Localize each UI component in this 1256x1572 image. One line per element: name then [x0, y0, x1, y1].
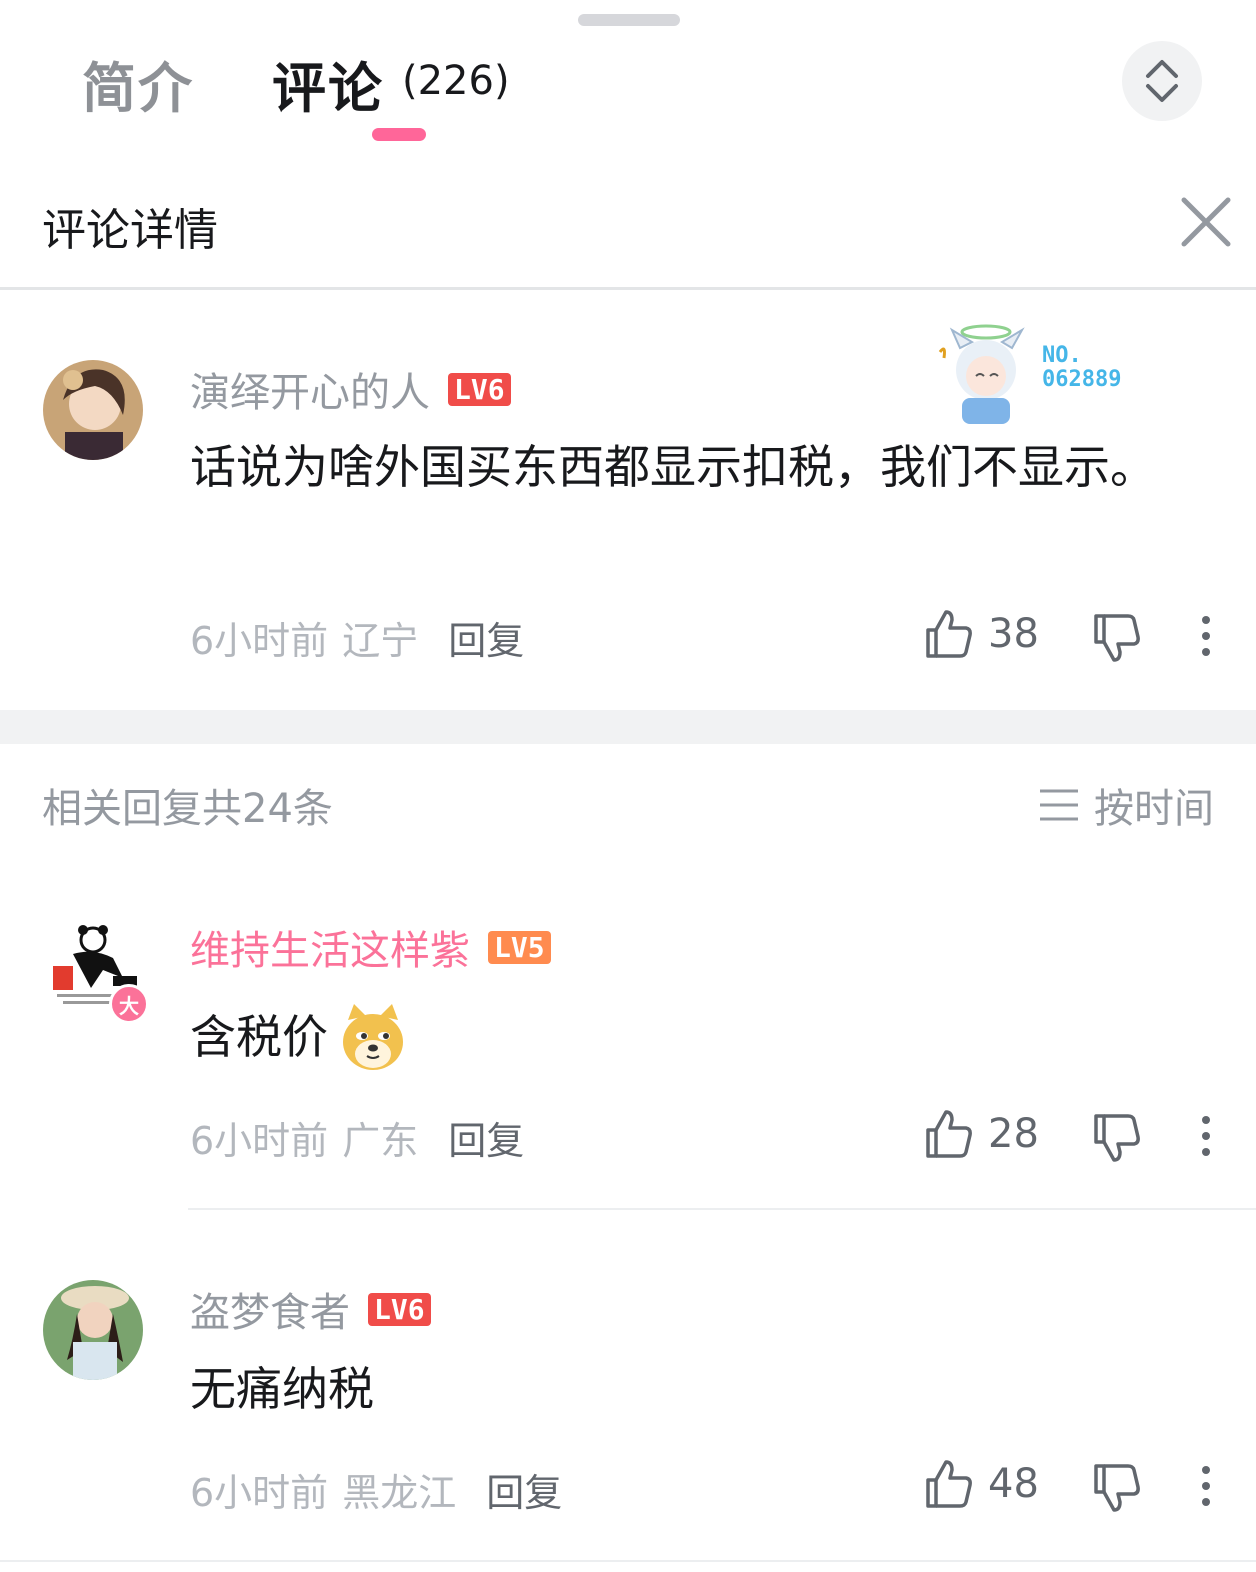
username-row: 演绎开心的人 LV6 [190, 360, 511, 418]
reply-avatar-wrapper[interactable]: 大 [43, 918, 149, 1024]
reply-content: 含税价 [190, 1000, 408, 1074]
level-badge: LV6 [448, 372, 511, 406]
page-title: 评论详情 [42, 205, 218, 256]
reply-location: 黑龙江 [342, 1471, 457, 1515]
like-button[interactable]: 28 [922, 1108, 1039, 1160]
avatar[interactable] [43, 360, 143, 460]
reply-button[interactable]: 回复 [448, 1110, 524, 1165]
reply-time: 6小时前 [190, 1471, 329, 1515]
replies-count: 相关回复共24条 [42, 786, 333, 832]
like-count: 38 [988, 611, 1039, 657]
sort-lines-icon [1040, 789, 1078, 821]
more-button[interactable] [1196, 1114, 1216, 1158]
avatar[interactable] [43, 1280, 143, 1380]
more-vertical-icon [1202, 1116, 1210, 1156]
dislike-button[interactable] [1090, 1462, 1142, 1514]
reply-meta: 6小时前 广东 回复 [190, 1110, 524, 1165]
decoration-character-icon [938, 324, 1025, 424]
thumbs-up-icon [926, 610, 972, 658]
section-separator [0, 710, 1256, 744]
thumbs-down-icon [1094, 1114, 1140, 1162]
reply-button[interactable]: 回复 [486, 1462, 562, 1517]
thumbs-down-icon [1094, 614, 1140, 662]
like-button[interactable]: 48 [922, 1458, 1039, 1510]
avatar-image [43, 1280, 143, 1380]
like-button[interactable]: 38 [922, 608, 1039, 660]
thumbs-down-icon [1094, 1464, 1140, 1512]
close-icon [1181, 197, 1231, 247]
sort-label: 按时间 [1094, 786, 1214, 832]
comment-location: 辽宁 [342, 619, 419, 663]
divider [0, 287, 1256, 290]
thumbs-up-icon [926, 1460, 972, 1508]
reply-time: 6小时前 [190, 1119, 329, 1163]
comment-meta: 6小时前 辽宁 回复 [190, 610, 524, 665]
level-badge: LV6 [368, 1292, 431, 1326]
close-button[interactable] [1176, 192, 1236, 252]
more-button[interactable] [1196, 1464, 1216, 1508]
reply-meta: 6小时前 黑龙江 回复 [190, 1462, 562, 1517]
like-count: 28 [988, 1111, 1039, 1157]
dislike-button[interactable] [1090, 612, 1142, 664]
expand-collapse-button[interactable] [1122, 41, 1202, 121]
like-count: 48 [988, 1461, 1039, 1507]
reply-location: 广东 [342, 1119, 419, 1163]
vip-badge: 大 [109, 984, 149, 1024]
decoration-number: NO. 062889 [1042, 343, 1122, 392]
level-badge: LV5 [488, 930, 551, 964]
active-tab-indicator [372, 128, 426, 141]
comment-time: 6小时前 [190, 619, 329, 663]
decoration-card[interactable]: NO. 062889 [930, 318, 1160, 428]
username[interactable]: 维持生活这样紫 [190, 918, 470, 976]
username-row: 盗梦食者 LV6 [190, 1280, 431, 1338]
reply-text: 无痛纳税 [190, 1362, 374, 1416]
reply-button[interactable]: 回复 [448, 610, 524, 665]
chevron-up-down-icon [1146, 60, 1178, 102]
doge-emoji-icon [343, 1004, 403, 1070]
comment-count: (226) [402, 58, 510, 104]
reply-text: 含税价 [190, 1010, 328, 1064]
username-row: 维持生活这样紫 LV5 [190, 918, 551, 976]
divider [0, 1560, 1256, 1562]
comment-text: 话说为啥外国买东西都显示扣税，我们不显示。 [190, 440, 1156, 494]
dislike-button[interactable] [1090, 1112, 1142, 1164]
more-vertical-icon [1202, 616, 1210, 656]
more-button[interactable] [1196, 614, 1216, 658]
tab-intro[interactable]: 简介 [82, 44, 194, 123]
more-vertical-icon [1202, 1466, 1210, 1506]
username[interactable]: 盗梦食者 [190, 1280, 350, 1338]
avatar-image [43, 360, 143, 460]
tab-comments[interactable]: 评论 [272, 44, 384, 123]
sort-button[interactable]: 按时间 [1038, 776, 1214, 834]
divider [188, 1208, 1256, 1210]
username[interactable]: 演绎开心的人 [190, 360, 430, 418]
drag-handle[interactable] [578, 14, 680, 26]
thumbs-up-icon [926, 1110, 972, 1158]
